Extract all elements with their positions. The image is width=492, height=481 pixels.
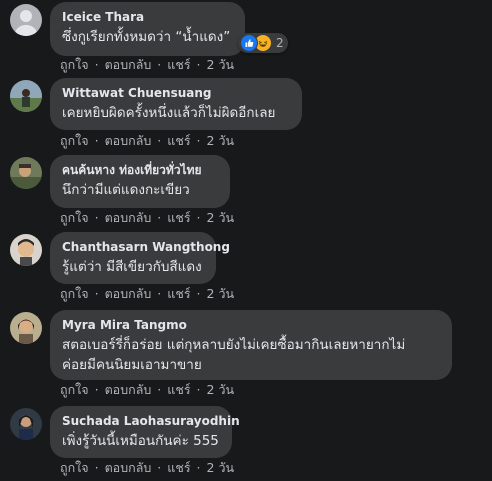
comment-author[interactable]: Iceice Thara (62, 9, 233, 25)
comment-text-line: ค่อยมีคนนิยมเอามาขาย (62, 357, 202, 373)
comment-bubble: Iceice Thara ซึ่งกูเรียกทั้งหมดว่า “น้ำแ… (50, 2, 245, 56)
comment-author[interactable]: Chanthasarn Wangthong (62, 239, 230, 255)
avatar[interactable] (10, 80, 42, 112)
share-action[interactable]: แชร์ (167, 133, 190, 148)
reply-action[interactable]: ตอบกลับ (105, 460, 152, 475)
comment-bubble: Myra Mira Tangmo สตอเบอร์รี่ก็อร่อย แต่ก… (50, 310, 452, 380)
share-action[interactable]: แชร์ (167, 57, 190, 72)
share-action[interactable]: แชร์ (167, 460, 190, 475)
comment-actions: ถูกใจ · ตอบกลับ · แชร์ · 2 วัน (60, 57, 235, 72)
like-action[interactable]: ถูกใจ (60, 133, 89, 148)
like-action[interactable]: ถูกใจ (60, 57, 89, 72)
comment-text: เพิ่งรู้วันนี้เหมือนกันค่ะ 555 (62, 433, 219, 449)
comment-text: นึกว่ามีแต่แดงกะเขียว (62, 182, 190, 198)
avatar[interactable] (10, 234, 42, 266)
comment-text: ซึ่งกูเรียกทั้งหมดว่า “น้ำแดง” (62, 29, 231, 45)
timestamp[interactable]: 2 วัน (207, 133, 235, 148)
comment-bubble: Suchada Laohasurayodhin เพิ่งรู้วันนี้เห… (50, 406, 240, 458)
timestamp[interactable]: 2 วัน (207, 460, 235, 475)
timestamp[interactable]: 2 วัน (207, 286, 235, 301)
thumbs-up-icon (240, 34, 258, 52)
avatar[interactable] (10, 408, 42, 440)
comment-bubble: คนค้นหาง ท่องเที่ยวทั่วไทย นึกว่ามีแต่แด… (50, 155, 230, 208)
timestamp[interactable]: 2 วัน (207, 57, 235, 72)
reaction-summary[interactable]: 2 (238, 33, 288, 53)
comment-bubble: Wittawat Chuensuang เคยหยิบผิดครั้งหนึ่ง… (50, 78, 302, 130)
like-action[interactable]: ถูกใจ (60, 286, 89, 301)
comment-text: สตอเบอร์รี่ก็อร่อย แต่กุหลาบยังไม่เคยซื้… (62, 335, 440, 375)
comment-actions: ถูกใจ · ตอบกลับ · แชร์ · 2 วัน (60, 210, 235, 225)
default-avatar-icon (10, 4, 42, 36)
reply-action[interactable]: ตอบกลับ (105, 133, 152, 148)
reply-action[interactable]: ตอบกลับ (105, 210, 152, 225)
reply-action[interactable]: ตอบกลับ (105, 57, 152, 72)
avatar-photo-icon (10, 80, 42, 112)
timestamp[interactable]: 2 วัน (207, 382, 235, 397)
share-action[interactable]: แชร์ (167, 286, 190, 301)
comment-actions: ถูกใจ · ตอบกลับ · แชร์ · 2 วัน (60, 286, 235, 301)
timestamp[interactable]: 2 วัน (207, 210, 235, 225)
avatar-photo-icon (10, 408, 42, 440)
comment-actions: ถูกใจ · ตอบกลับ · แชร์ · 2 วัน (60, 382, 235, 397)
avatar-photo-icon (10, 312, 42, 344)
avatar[interactable] (10, 312, 42, 344)
comment-author[interactable]: คนค้นหาง ท่องเที่ยวทั่วไทย (62, 162, 218, 178)
avatar-photo-icon (10, 234, 42, 266)
share-action[interactable]: แชร์ (167, 210, 190, 225)
comment-text-line: สตอเบอร์รี่ก็อร่อย แต่กุหลาบยังไม่เคยซื้… (62, 337, 406, 353)
reply-action[interactable]: ตอบกลับ (105, 286, 152, 301)
comment-actions: ถูกใจ · ตอบกลับ · แชร์ · 2 วัน (60, 133, 235, 148)
comment-text: รู้แต่ว่า มีสีเขียวกับสีแดง (62, 259, 202, 275)
avatar-photo-icon (10, 157, 42, 189)
avatar[interactable] (10, 157, 42, 189)
reaction-count: 2 (276, 36, 284, 50)
comment-bubble: Chanthasarn Wangthong รู้แต่ว่า มีสีเขีย… (50, 232, 230, 284)
avatar-default[interactable] (10, 4, 42, 36)
comment-author[interactable]: Wittawat Chuensuang (62, 85, 290, 101)
comment-actions: ถูกใจ · ตอบกลับ · แชร์ · 2 วัน (60, 460, 235, 475)
like-action[interactable]: ถูกใจ (60, 460, 89, 475)
comment-text: เคยหยิบผิดครั้งหนึ่งแล้วก็ไม่ผิดอีกเลย (62, 105, 276, 121)
reply-action[interactable]: ตอบกลับ (105, 382, 152, 397)
share-action[interactable]: แชร์ (167, 382, 190, 397)
like-action[interactable]: ถูกใจ (60, 382, 89, 397)
like-action[interactable]: ถูกใจ (60, 210, 89, 225)
comment-author[interactable]: Suchada Laohasurayodhin (62, 413, 240, 429)
comment-author[interactable]: Myra Mira Tangmo (62, 317, 440, 333)
